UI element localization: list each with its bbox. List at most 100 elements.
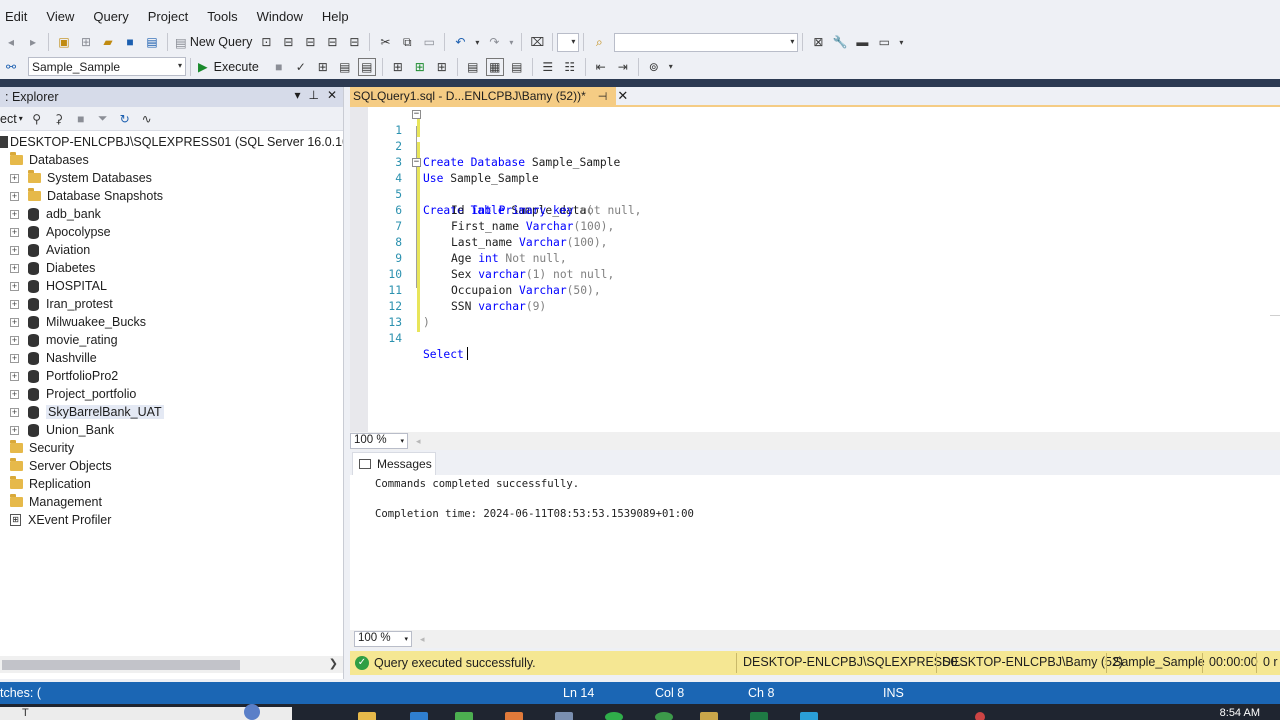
copy-icon[interactable]: ⧉ xyxy=(398,33,416,51)
toolbar2-options-icon[interactable]: ▾ xyxy=(667,58,675,76)
estimated-plan-icon[interactable]: ⊞ xyxy=(314,58,332,76)
uncomment-icon[interactable]: ☷ xyxy=(561,58,579,76)
tree-node-database[interactable]: + Nashville xyxy=(0,349,343,367)
expand-icon[interactable]: + xyxy=(10,173,19,183)
messages-pane[interactable]: Commands completed successfully. Complet… xyxy=(350,475,1280,630)
collapse-icon[interactable]: − xyxy=(412,158,421,167)
tree-node-system-databases[interactable]: + System Databases xyxy=(0,169,343,187)
scroll-left-icon[interactable]: ◂ xyxy=(420,634,425,645)
refresh-icon[interactable]: ↻ xyxy=(116,110,134,128)
app-icon[interactable] xyxy=(800,712,818,720)
close-icon[interactable]: ✕ xyxy=(617,88,628,104)
toolbox-icon[interactable]: ▬ xyxy=(853,33,871,51)
comment-icon[interactable]: ☰ xyxy=(539,58,557,76)
expand-icon[interactable]: + xyxy=(10,299,19,309)
ssms-icon[interactable] xyxy=(555,712,573,720)
properties-icon[interactable]: 🔧 xyxy=(831,33,849,51)
open-folder-icon[interactable]: ▰ xyxy=(99,33,117,51)
save-icon[interactable]: ■ xyxy=(121,33,139,51)
tree-node-server-objects[interactable]: Server Objects xyxy=(0,457,343,475)
tree-node-database[interactable]: + Apocolypse xyxy=(0,223,343,241)
app-icon[interactable] xyxy=(455,712,473,720)
live-stats-icon[interactable]: ⊞ xyxy=(411,58,429,76)
tab-messages[interactable]: Messages xyxy=(352,452,436,475)
tree-node-database[interactable]: + SkyBarrelBank_UAT xyxy=(0,403,343,421)
increase-indent-icon[interactable]: ⇥ xyxy=(614,58,632,76)
tree-node-database[interactable]: + PortfolioPro2 xyxy=(0,367,343,385)
pin-icon[interactable]: ⊥ xyxy=(308,88,318,102)
client-stats-icon[interactable]: ⊞ xyxy=(433,58,451,76)
tab-sqlquery1[interactable]: SQLQuery1.sql - D...ENLCPBJ\Bamy (52))* … xyxy=(350,87,628,105)
stop-icon[interactable]: ■ xyxy=(270,58,288,76)
results-zoom-combo[interactable]: 100 % ▾ xyxy=(354,631,412,647)
menu-edit[interactable]: Edit xyxy=(0,9,37,24)
expand-icon[interactable]: + xyxy=(10,335,19,345)
filter-icon[interactable]: ⏷ xyxy=(94,110,112,128)
expand-icon[interactable]: + xyxy=(10,371,19,381)
redo-dropdown-icon[interactable]: ▾ xyxy=(507,33,515,51)
expand-icon[interactable]: + xyxy=(10,317,19,327)
tree-node-database[interactable]: + movie_rating xyxy=(0,331,343,349)
expand-icon[interactable]: + xyxy=(10,353,19,363)
xmla-query-icon[interactable]: ⊟ xyxy=(323,33,341,51)
excel-icon[interactable] xyxy=(750,712,768,720)
expand-icon[interactable]: + xyxy=(10,245,19,255)
tree-node-replication[interactable]: Replication xyxy=(0,475,343,493)
active-app-icon[interactable] xyxy=(700,712,718,720)
cut-icon[interactable]: ✂ xyxy=(376,33,394,51)
query-designer-icon[interactable]: ▤ xyxy=(336,58,354,76)
tree-node-xevent-profiler[interactable]: ⊞ XEvent Profiler xyxy=(0,511,343,529)
forward-icon[interactable]: ▸ xyxy=(24,33,42,51)
find-in-files-icon[interactable]: ⌕ xyxy=(590,33,608,51)
window-layout-icon[interactable]: ▭ xyxy=(875,33,893,51)
explorer-horizontal-scrollbar[interactable]: ❯ xyxy=(0,656,343,673)
connect-button[interactable]: ect ▾ xyxy=(0,112,26,126)
expand-icon[interactable]: + xyxy=(10,191,19,201)
activity-monitor-icon[interactable]: ⌧ xyxy=(528,33,546,51)
find-combo[interactable]: ▾ xyxy=(614,32,799,52)
app-icon[interactable] xyxy=(655,712,673,720)
pin-icon[interactable]: ⊣ xyxy=(598,90,608,103)
tree-node-security[interactable]: Security xyxy=(0,439,343,457)
expand-icon[interactable]: + xyxy=(10,209,19,219)
specify-values-icon[interactable]: ⊚ xyxy=(645,58,663,76)
menu-project[interactable]: Project xyxy=(143,9,198,24)
menu-query[interactable]: Query xyxy=(88,9,138,24)
mdx-query-icon[interactable]: ⊟ xyxy=(279,33,297,51)
tree-node-database[interactable]: + Diabetes xyxy=(0,259,343,277)
expand-icon[interactable]: + xyxy=(10,263,19,273)
tree-node-database[interactable]: + Milwuakee_Bucks xyxy=(0,313,343,331)
vscode-icon[interactable] xyxy=(410,712,428,720)
tree-node-database[interactable]: + Project_portfolio xyxy=(0,385,343,403)
task-view-icon[interactable] xyxy=(244,704,260,720)
expand-icon[interactable]: + xyxy=(10,281,19,291)
editor-zoom-combo[interactable]: 100 % ▾ xyxy=(350,433,408,449)
save-all-icon[interactable]: ▤ xyxy=(143,33,161,51)
expand-icon[interactable]: + xyxy=(10,407,19,417)
database-selector[interactable]: Sample_Sample ▾ xyxy=(28,57,186,76)
expand-icon[interactable]: + xyxy=(10,389,19,399)
activity-monitor-icon[interactable]: ∿ xyxy=(138,110,156,128)
close-icon[interactable]: ✕ xyxy=(327,88,337,102)
disconnect-icon[interactable]: ⚳ xyxy=(50,110,68,128)
connect-icon[interactable]: ⚯ xyxy=(2,58,20,76)
object-explorer-icon[interactable]: ⊠ xyxy=(809,33,827,51)
window-position-icon[interactable]: ▾ xyxy=(294,88,300,102)
dmx-query-icon[interactable]: ⊟ xyxy=(301,33,319,51)
scrollbar-thumb[interactable] xyxy=(2,660,240,670)
tree-node-database[interactable]: + Iran_protest xyxy=(0,295,343,313)
parse-icon[interactable]: ✓ xyxy=(292,58,310,76)
app-icon[interactable] xyxy=(505,712,523,720)
expand-icon[interactable]: + xyxy=(10,425,19,435)
query-editor[interactable]: 1 − Create Database Sample_Sample 2 3 Us… xyxy=(350,107,1280,432)
scroll-right-icon[interactable]: ❯ xyxy=(329,657,338,670)
toolbar-options-icon[interactable]: ▾ xyxy=(897,33,905,51)
new-query-button[interactable]: ▤ New Query xyxy=(172,35,255,50)
menu-view[interactable]: View xyxy=(41,9,84,24)
tree-node-database[interactable]: + Union_Bank xyxy=(0,421,343,439)
undo-icon[interactable]: ↶ xyxy=(451,33,469,51)
notification-icon[interactable] xyxy=(975,712,985,720)
results-to-file-icon[interactable]: ▤ xyxy=(508,58,526,76)
results-to-text-icon[interactable]: ▤ xyxy=(464,58,482,76)
decrease-indent-icon[interactable]: ⇤ xyxy=(592,58,610,76)
